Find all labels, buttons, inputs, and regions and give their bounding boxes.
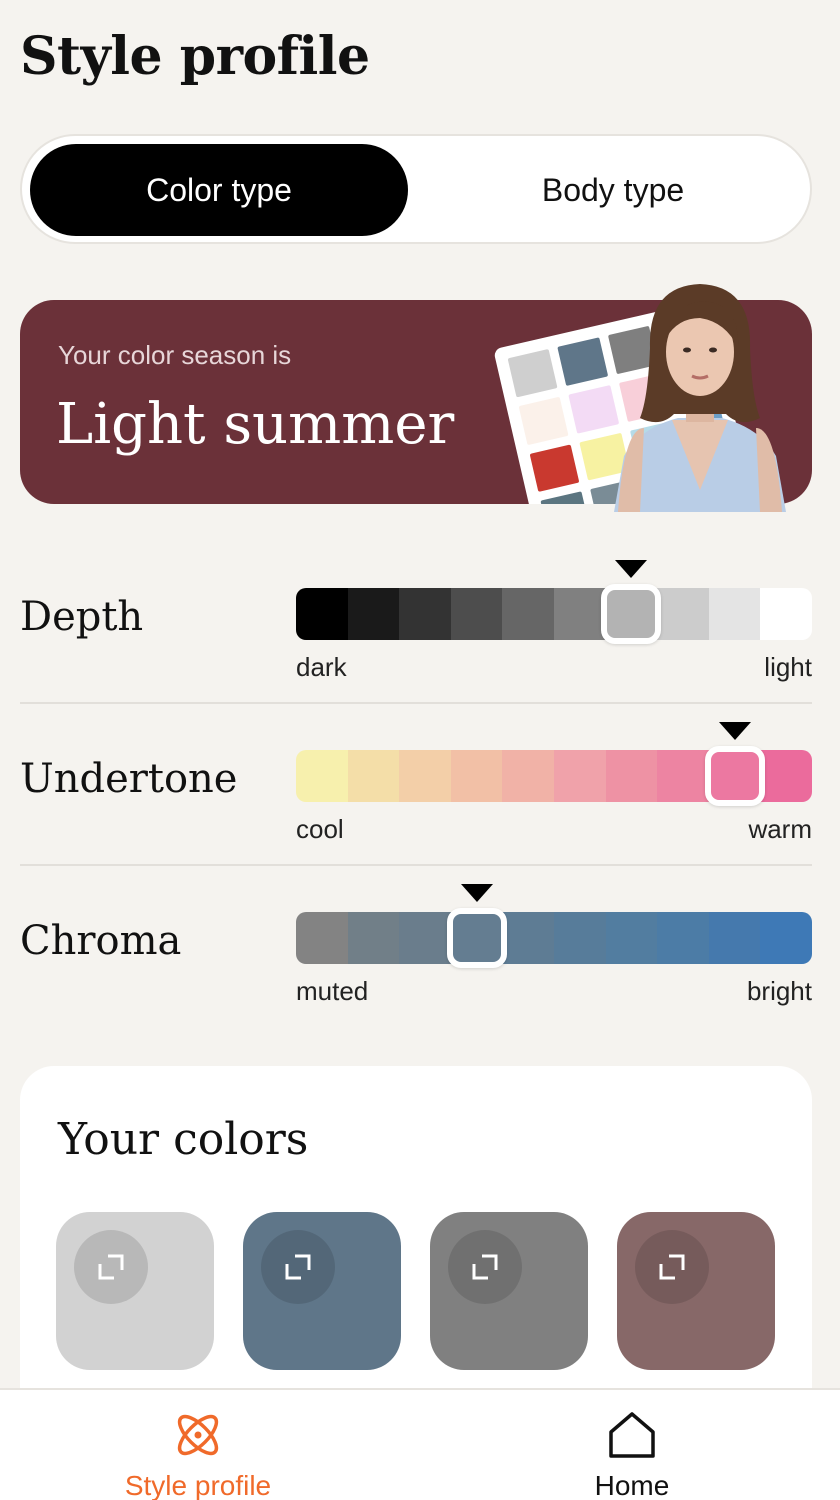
- color-tile[interactable]: [56, 1212, 214, 1370]
- undertone-swatch: [553, 750, 606, 802]
- undertone-max-label: warm: [748, 814, 812, 844]
- depth-swatch: [347, 588, 400, 640]
- chroma-swatch: [657, 912, 709, 964]
- undertone-marker-icon: [718, 722, 751, 740]
- chroma-scale: Chroma muted bright: [20, 884, 812, 1024]
- depth-swatch: [708, 588, 761, 640]
- color-tile[interactable]: [243, 1212, 401, 1370]
- chroma-swatch: [502, 912, 554, 964]
- depth-swatch: [657, 588, 709, 640]
- undertone-slider-handle[interactable]: [704, 746, 765, 806]
- chroma-swatch: [399, 912, 451, 964]
- depth-marker-icon: [615, 560, 648, 578]
- undertone-min-label: cool: [296, 814, 344, 844]
- bottom-tab-bar: Style profile Home: [0, 1388, 840, 1500]
- chroma-max-label: bright: [746, 976, 812, 1006]
- depth-swatch: [450, 588, 503, 640]
- chroma-swatch: [605, 912, 658, 964]
- chroma-slider-track[interactable]: [296, 912, 812, 964]
- chroma-swatch: [760, 912, 812, 964]
- depth-scale: Depth dark light: [20, 560, 812, 700]
- depth-swatch: [760, 588, 812, 640]
- color-tile[interactable]: [617, 1212, 775, 1370]
- tab-home[interactable]: Home: [482, 1390, 782, 1500]
- palette-swatch: [507, 348, 558, 398]
- expand-icon[interactable]: [74, 1230, 148, 1304]
- depth-swatch: [502, 588, 554, 640]
- tab-style-profile[interactable]: Style profile: [48, 1390, 348, 1500]
- palette-swatch: [540, 491, 591, 504]
- undertone-label: Undertone: [20, 756, 238, 802]
- chroma-slider-handle[interactable]: [446, 908, 507, 968]
- undertone-swatch: [399, 750, 451, 802]
- depth-max-label: light: [764, 652, 812, 682]
- depth-slider-track[interactable]: [296, 588, 812, 640]
- tab-body-type[interactable]: Body type: [424, 144, 802, 236]
- chroma-min-label: muted: [296, 976, 369, 1006]
- depth-swatch: [399, 588, 451, 640]
- season-name: Light summer: [56, 392, 455, 457]
- tab-label-home: Home: [594, 1470, 670, 1500]
- atom-icon: [177, 1414, 219, 1456]
- depth-min-label: dark: [296, 652, 347, 682]
- expand-icon[interactable]: [635, 1230, 709, 1304]
- chroma-swatch: [708, 912, 761, 964]
- undertone-swatch: [296, 750, 348, 802]
- expand-icon[interactable]: [261, 1230, 335, 1304]
- divider: [20, 702, 812, 704]
- color-tile[interactable]: [430, 1212, 588, 1370]
- undertone-swatch: [502, 750, 554, 802]
- undertone-swatch: [657, 750, 709, 802]
- chroma-label: Chroma: [20, 918, 182, 964]
- undertone-scale: Undertone cool warm: [20, 722, 812, 862]
- divider: [20, 864, 812, 866]
- tab-label-style-profile: Style profile: [124, 1470, 272, 1500]
- depth-swatch: [553, 588, 606, 640]
- season-subtitle: Your color season is: [58, 340, 292, 370]
- depth-slider-handle[interactable]: [601, 584, 662, 644]
- expand-icon[interactable]: [448, 1230, 522, 1304]
- chroma-swatch: [296, 912, 348, 964]
- undertone-swatch: [760, 750, 812, 802]
- depth-label: Depth: [20, 594, 144, 640]
- undertone-swatch: [605, 750, 658, 802]
- portrait-image: [614, 284, 786, 512]
- chroma-swatch: [553, 912, 606, 964]
- page-title: Style profile: [20, 26, 370, 87]
- tab-color-type[interactable]: Color type: [30, 144, 408, 236]
- palette-swatch: [529, 443, 580, 493]
- chroma-swatch: [347, 912, 400, 964]
- type-segmented-control: Color type Body type: [20, 134, 812, 244]
- depth-swatch: [296, 588, 348, 640]
- chroma-marker-icon: [460, 884, 493, 902]
- palette-swatch: [518, 396, 569, 445]
- undertone-swatch: [347, 750, 400, 802]
- undertone-swatch: [450, 750, 503, 802]
- your-colors-title: Your colors: [58, 1114, 309, 1165]
- home-icon: [609, 1412, 655, 1458]
